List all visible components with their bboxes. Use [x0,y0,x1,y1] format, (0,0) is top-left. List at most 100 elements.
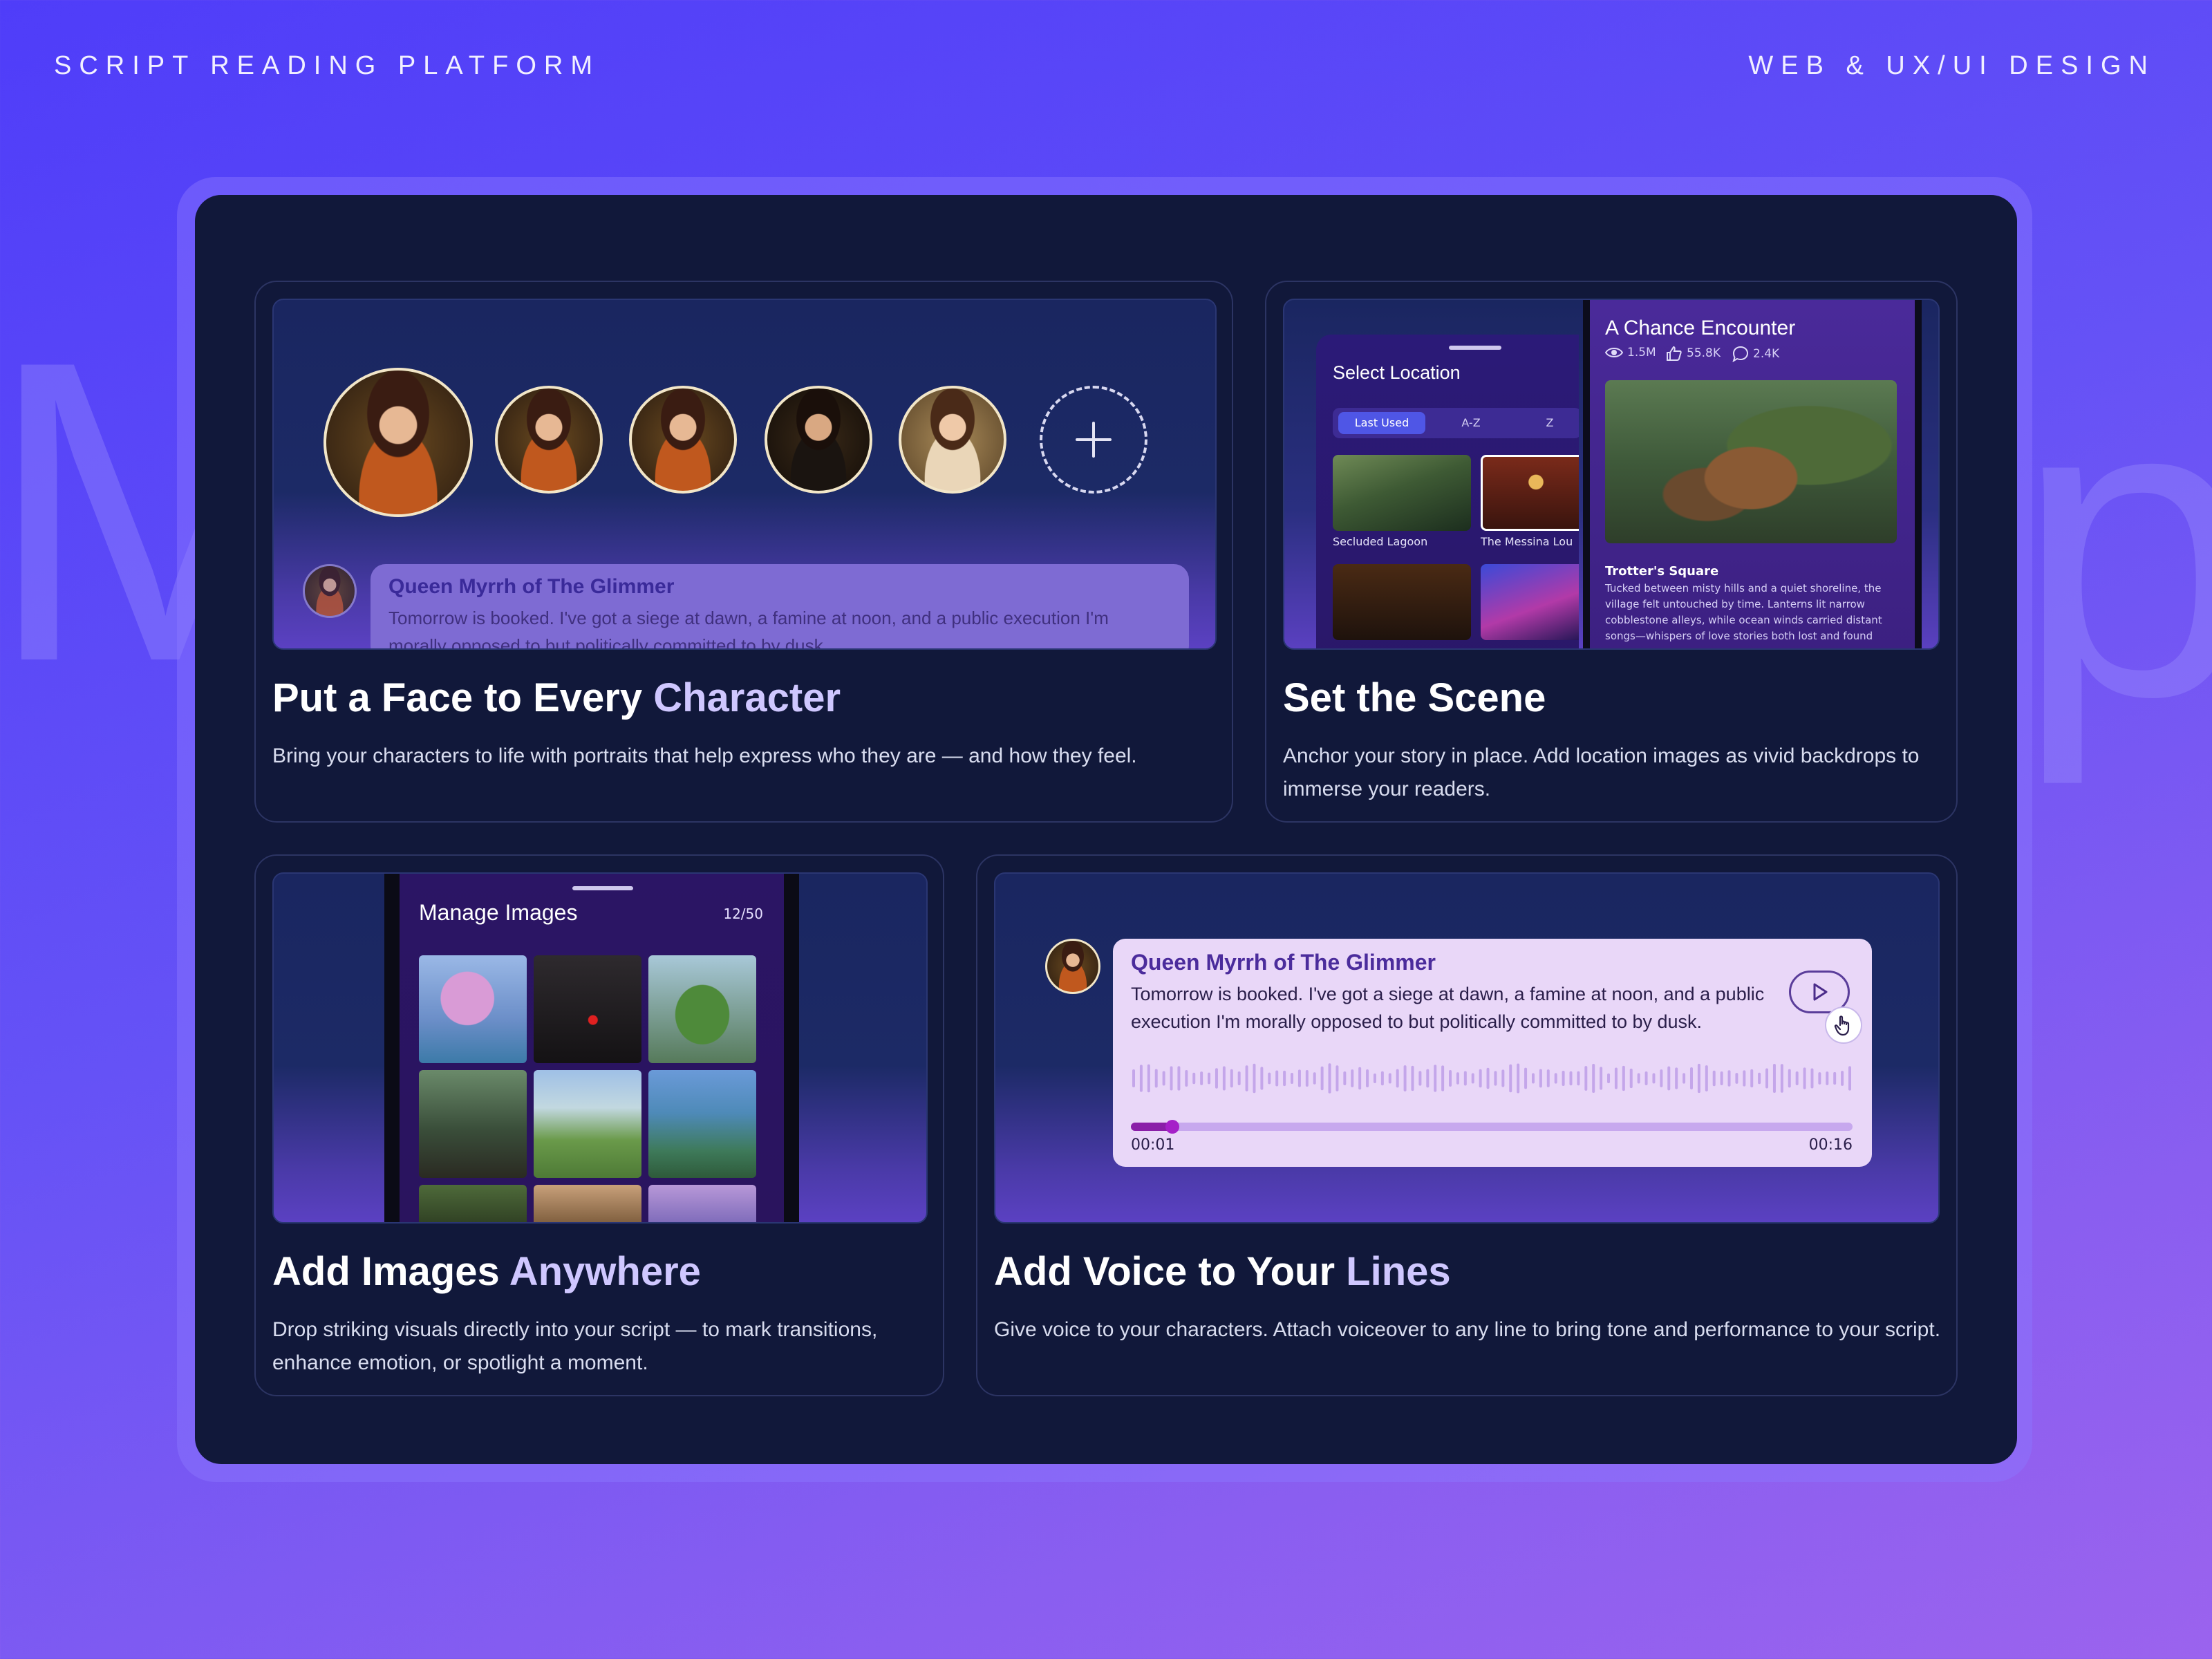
pointer-hand-icon [1825,1006,1862,1044]
location-label: The Messina Lou [1481,535,1573,548]
manage-images-screen: Manage Images 12/50 [384,874,799,1222]
waveform-bar [1501,1069,1505,1087]
card-description: Drop striking visuals directly into your… [272,1318,878,1374]
thumbs-up-icon [1667,346,1682,361]
card-title: Add Images Anywhere [272,1249,701,1294]
waveform-bar [1154,1069,1158,1088]
waveform-bar [1313,1072,1316,1085]
sheet-handle[interactable] [572,886,633,890]
tab-z[interactable]: Z [1515,412,1579,434]
select-location-sheet: Select Location Last Used A-Z Z Secluded… [1316,335,1579,648]
waveform-bar [1358,1067,1362,1090]
card-add-voice: Queen Myrrh of The Glimmer Tomorrow is b… [976,854,1958,1396]
image-thumb[interactable] [648,1185,756,1222]
card-title: Set the Scene [1283,675,1546,720]
waveform-bar [1403,1065,1407,1091]
waveform-bar [1735,1073,1738,1084]
image-thumb[interactable] [534,1185,641,1222]
image-thumb[interactable] [534,1070,641,1178]
waveform-bar [1758,1072,1761,1085]
waveform-bar [1539,1069,1542,1088]
portrait-option[interactable] [899,386,1006,494]
location-thumb-neon[interactable] [1481,564,1579,640]
add-portrait-button[interactable] [1040,386,1147,494]
audio-waveform[interactable] [1131,1062,1853,1095]
waveform-bar [1200,1071,1203,1085]
card-character-portraits: Queen Myrrh of The Glimmer Tomorrow is b… [254,281,1233,823]
image-thumb[interactable] [419,1070,527,1178]
waveform-bar [1215,1068,1218,1089]
audio-progress-knob[interactable] [1165,1120,1179,1134]
tab-a-z[interactable]: A-Z [1436,412,1506,434]
portrait-selected[interactable] [324,368,473,517]
audio-progress-bar[interactable] [1131,1120,1853,1134]
waveform-bar [1328,1063,1331,1094]
waveform-bar [1297,1069,1301,1087]
images-preview: Manage Images 12/50 [272,872,928,1224]
image-thumb[interactable] [534,955,641,1063]
image-thumb[interactable] [419,1185,527,1222]
waveform-bar [1848,1066,1851,1091]
portrait-option[interactable] [495,386,603,494]
waveform-bar [1351,1069,1354,1087]
waveform-bar [1577,1071,1580,1086]
waveform-bar [1373,1073,1376,1084]
waveform-bar [1546,1069,1550,1087]
tab-last-used[interactable]: Last Used [1338,412,1425,434]
waveform-bar [1810,1068,1814,1089]
waveform-bar [1712,1070,1716,1087]
waveform-bar [1531,1073,1535,1084]
waveform-bar [1449,1069,1452,1087]
waveform-bar [1818,1072,1821,1085]
waveform-bar [1841,1071,1844,1086]
waveform-bar [1275,1070,1279,1087]
image-thumb[interactable] [648,1070,756,1178]
waveform-bar [1208,1072,1211,1085]
waveform-bar [1614,1067,1618,1089]
speaker-name: Queen Myrrh of The Glimmer [388,575,675,598]
speaker-name: Queen Myrrh of The Glimmer [1131,950,1436,975]
dialogue-text: Tomorrow is booked. I've got a siege at … [1131,984,1765,1032]
waveform-bar [1727,1070,1731,1087]
dialogue-bubble: Queen Myrrh of The Glimmer Tomorrow is b… [371,564,1189,648]
waveform-bar [1600,1067,1603,1090]
waveform-bar [1335,1065,1339,1091]
time-total: 00:16 [1808,1136,1853,1154]
portrait-option[interactable] [629,386,737,494]
waveform-bar [1652,1073,1656,1084]
waveform-bar [1192,1072,1196,1085]
place-description: Tucked between misty hills and a quiet s… [1605,582,1882,642]
waveform-bar [1780,1064,1783,1093]
waveform-bar [1765,1068,1769,1089]
location-thumb-bar[interactable] [1333,564,1471,640]
image-thumb[interactable] [648,955,756,1063]
waveform-bar [1683,1073,1686,1084]
location-thumb-lagoon[interactable] [1333,455,1471,531]
waveform-bar [1268,1072,1271,1085]
speaker-avatar [303,564,357,618]
waveform-bar [1486,1067,1490,1089]
waveform-bar [1162,1071,1165,1086]
watermark-letter-right: p [2015,307,2212,785]
waveform-bar [1750,1069,1754,1088]
waveform-bar [1291,1073,1294,1084]
waveform-bar [1139,1065,1143,1092]
waveform-bar [1569,1071,1573,1086]
plus-icon [1076,422,1112,458]
waveform-bar [1788,1069,1791,1088]
scene-detail-screen: A Chance Encounter 1.5M 55.8K 2.4K Trott… [1583,300,1922,648]
scene-title: A Chance Encounter [1605,317,1796,339]
waveform-bar [1705,1065,1708,1091]
portrait-option[interactable] [765,386,872,494]
waveform-bar [1260,1067,1264,1090]
waveform-bar [1456,1072,1459,1085]
waveform-bar [1305,1070,1309,1087]
location-thumb-messina[interactable] [1481,455,1579,531]
waveform-bar [1803,1067,1806,1089]
scene-image[interactable] [1605,380,1897,543]
category-label: WEB & UX/UI DESIGN [1748,51,2155,80]
sheet-handle[interactable] [1449,346,1501,350]
waveform-bar [1237,1071,1241,1086]
image-thumb[interactable] [419,955,527,1063]
time-current: 00:01 [1131,1136,1175,1154]
